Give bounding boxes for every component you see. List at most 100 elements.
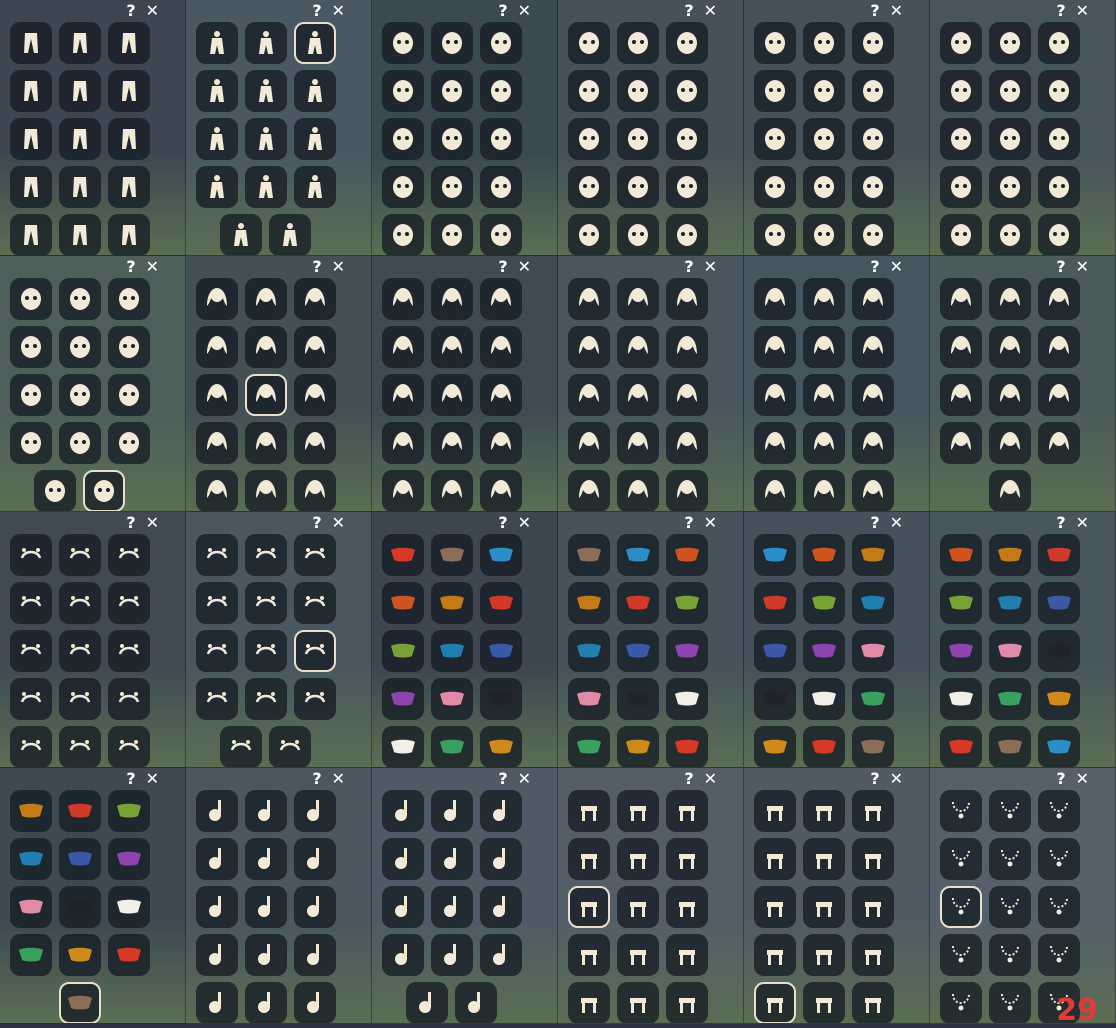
instrument-item-slot[interactable] <box>294 886 336 928</box>
cape-item-slot[interactable] <box>568 582 610 624</box>
help-button[interactable]: ? <box>312 770 321 788</box>
prop-item-slot[interactable] <box>754 934 796 976</box>
close-button[interactable]: ✕ <box>146 2 159 20</box>
prop-item-slot[interactable] <box>617 982 659 1024</box>
cape-item-slot[interactable] <box>59 838 101 880</box>
hair-item-slot[interactable] <box>617 326 659 368</box>
mask-item-slot[interactable] <box>382 118 424 160</box>
necklace-item-slot[interactable] <box>940 934 982 976</box>
close-button[interactable]: ✕ <box>1076 258 1089 276</box>
cape-item-slot[interactable] <box>852 630 894 672</box>
help-button[interactable]: ? <box>684 2 693 20</box>
help-button[interactable]: ? <box>870 258 879 276</box>
prop-item-slot[interactable] <box>754 838 796 880</box>
cape-item-slot[interactable] <box>803 582 845 624</box>
cape-item-slot[interactable] <box>1038 534 1080 576</box>
prop-item-slot[interactable] <box>803 790 845 832</box>
necklace-item-slot[interactable] <box>940 838 982 880</box>
help-button[interactable]: ? <box>126 514 135 532</box>
hair-item-slot[interactable] <box>382 374 424 416</box>
help-button[interactable]: ? <box>1056 514 1065 532</box>
headwear-item-slot[interactable] <box>10 534 52 576</box>
mask-item-slot[interactable] <box>852 166 894 208</box>
instrument-item-slot[interactable] <box>406 982 448 1024</box>
necklace-item-slot[interactable] <box>1038 790 1080 832</box>
pants-item-slot[interactable] <box>10 118 52 160</box>
cape-item-slot[interactable] <box>59 982 101 1024</box>
mask-item-slot[interactable] <box>10 326 52 368</box>
cape-item-slot[interactable] <box>617 534 659 576</box>
help-button[interactable]: ? <box>498 770 507 788</box>
cape-item-slot[interactable] <box>382 534 424 576</box>
outfit-item-slot[interactable] <box>294 70 336 112</box>
cape-item-slot[interactable] <box>803 726 845 768</box>
cape-item-slot[interactable] <box>568 726 610 768</box>
cape-item-slot[interactable] <box>803 534 845 576</box>
outfit-item-slot[interactable] <box>245 70 287 112</box>
prop-item-slot[interactable] <box>568 982 610 1024</box>
mask-item-slot[interactable] <box>59 374 101 416</box>
headwear-item-slot[interactable] <box>10 726 52 768</box>
necklace-item-slot[interactable] <box>940 982 982 1024</box>
help-button[interactable]: ? <box>312 258 321 276</box>
close-button[interactable]: ✕ <box>332 514 345 532</box>
close-button[interactable]: ✕ <box>332 770 345 788</box>
prop-item-slot[interactable] <box>568 790 610 832</box>
close-button[interactable]: ✕ <box>890 514 903 532</box>
hair-item-slot[interactable] <box>431 470 473 512</box>
outfit-item-slot[interactable] <box>294 166 336 208</box>
mask-item-slot[interactable] <box>108 278 150 320</box>
headwear-item-slot[interactable] <box>294 534 336 576</box>
hair-item-slot[interactable] <box>617 374 659 416</box>
necklace-item-slot[interactable] <box>989 838 1031 880</box>
cape-item-slot[interactable] <box>431 726 473 768</box>
help-button[interactable]: ? <box>684 514 693 532</box>
cape-item-slot[interactable] <box>666 678 708 720</box>
instrument-item-slot[interactable] <box>196 934 238 976</box>
hair-item-slot[interactable] <box>803 470 845 512</box>
headwear-item-slot[interactable] <box>269 726 311 768</box>
cape-item-slot[interactable] <box>1038 630 1080 672</box>
instrument-item-slot[interactable] <box>245 790 287 832</box>
mask-item-slot[interactable] <box>803 214 845 256</box>
cape-item-slot[interactable] <box>480 534 522 576</box>
instrument-item-slot[interactable] <box>245 934 287 976</box>
cape-item-slot[interactable] <box>852 582 894 624</box>
mask-item-slot[interactable] <box>59 422 101 464</box>
cape-item-slot[interactable] <box>431 678 473 720</box>
cape-item-slot[interactable] <box>852 534 894 576</box>
help-button[interactable]: ? <box>1056 770 1065 788</box>
hair-item-slot[interactable] <box>382 422 424 464</box>
close-button[interactable]: ✕ <box>146 770 159 788</box>
cape-item-slot[interactable] <box>480 630 522 672</box>
mask-item-slot[interactable] <box>989 118 1031 160</box>
prop-item-slot[interactable] <box>617 838 659 880</box>
hair-item-slot[interactable] <box>294 422 336 464</box>
prop-item-slot[interactable] <box>852 934 894 976</box>
cape-item-slot[interactable] <box>852 726 894 768</box>
prop-item-slot[interactable] <box>568 934 610 976</box>
hair-item-slot[interactable] <box>245 278 287 320</box>
cape-item-slot[interactable] <box>989 678 1031 720</box>
mask-item-slot[interactable] <box>480 166 522 208</box>
mask-item-slot[interactable] <box>666 214 708 256</box>
mask-item-slot[interactable] <box>754 166 796 208</box>
close-button[interactable]: ✕ <box>146 258 159 276</box>
cape-item-slot[interactable] <box>59 934 101 976</box>
cape-item-slot[interactable] <box>666 630 708 672</box>
cape-item-slot[interactable] <box>10 838 52 880</box>
headwear-item-slot[interactable] <box>196 678 238 720</box>
hair-item-slot[interactable] <box>480 278 522 320</box>
prop-item-slot[interactable] <box>754 886 796 928</box>
mask-item-slot[interactable] <box>617 70 659 112</box>
pants-item-slot[interactable] <box>108 70 150 112</box>
prop-item-slot[interactable] <box>852 838 894 880</box>
instrument-item-slot[interactable] <box>382 886 424 928</box>
hair-item-slot[interactable] <box>480 326 522 368</box>
hair-item-slot[interactable] <box>431 326 473 368</box>
mask-item-slot[interactable] <box>1038 22 1080 64</box>
necklace-item-slot[interactable] <box>940 790 982 832</box>
mask-item-slot[interactable] <box>852 214 894 256</box>
cape-item-slot[interactable] <box>754 582 796 624</box>
hair-item-slot[interactable] <box>431 422 473 464</box>
